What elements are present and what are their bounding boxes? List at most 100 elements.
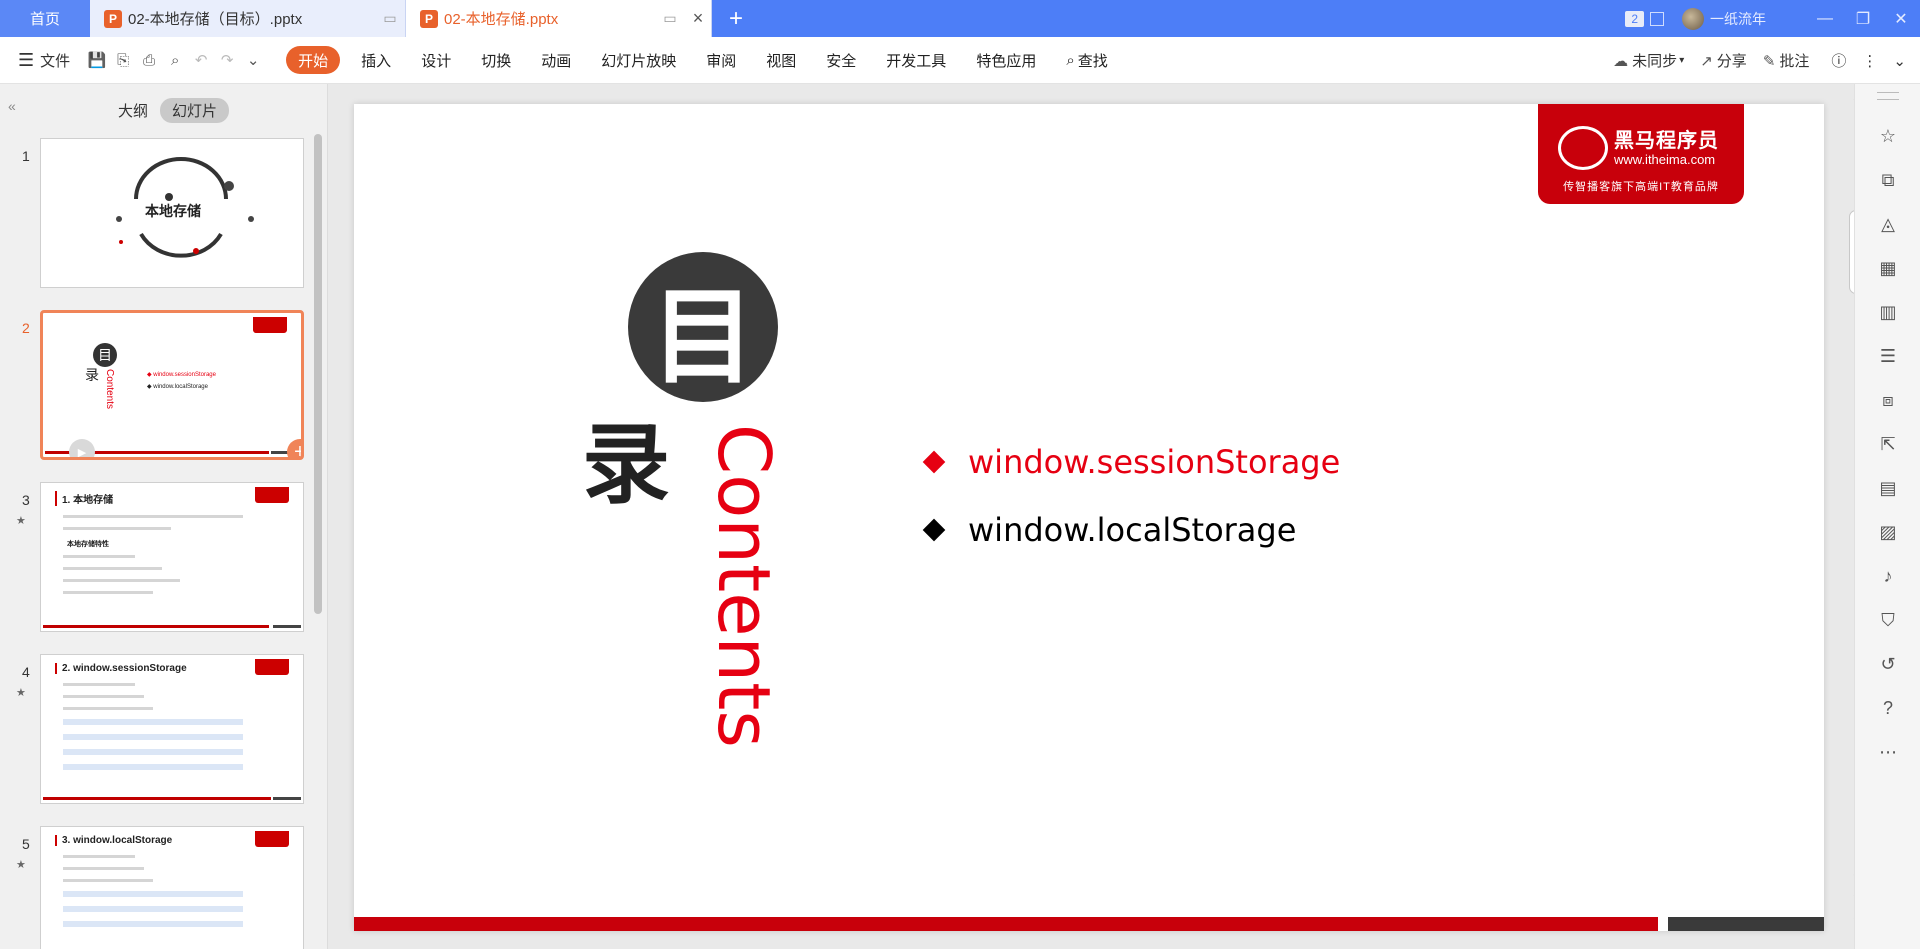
tab-slides[interactable]: 幻灯片: [160, 98, 230, 123]
list-item[interactable]: 5 ★ 3. window.localStorage: [0, 826, 312, 949]
comment-button[interactable]: ✎ 批注: [1763, 50, 1810, 71]
slide-thumbnail[interactable]: 2. window.sessionStorage: [40, 654, 304, 804]
avatar[interactable]: [1682, 7, 1704, 30]
tab-security[interactable]: 安全: [811, 46, 871, 74]
title-mu: 目: [628, 252, 778, 402]
thumb-title: 本地存储: [145, 203, 201, 219]
window-switch-icon[interactable]: [1650, 11, 1664, 26]
thumb-text-lines: [63, 683, 243, 779]
sync-button[interactable]: ☁ 未同步 ▾: [1613, 50, 1684, 71]
sync-label: 未同步: [1632, 53, 1678, 70]
list-item[interactable]: 1 本地存储: [0, 138, 312, 288]
more-icon[interactable]: ⋯: [1855, 742, 1920, 763]
footer-bar: [273, 625, 301, 628]
tab-view[interactable]: 视图: [751, 46, 811, 74]
panel-tabs: 大纲 幻灯片: [106, 98, 230, 123]
hamburger-menu-icon[interactable]: ☰: [18, 50, 34, 71]
undo-icon[interactable]: ↶: [188, 51, 214, 69]
minimize-icon[interactable]: —: [1806, 10, 1844, 28]
collapse-ribbon-icon[interactable]: ⌄: [1893, 52, 1906, 70]
slide-canvas-area: 黑马程序员 www.itheima.com 传智播客旗下高端IT教育品牌 目 录…: [328, 84, 1863, 949]
collapse-panel-icon[interactable]: «: [8, 98, 16, 114]
picture-icon[interactable]: ▨: [1855, 522, 1920, 543]
tab-home[interactable]: 首页: [0, 0, 90, 37]
animation-star-icon: ★: [16, 859, 26, 871]
thumb-subtitle: 本地存储特性: [67, 541, 109, 548]
redo-icon[interactable]: ↷: [214, 51, 240, 69]
tab-insert[interactable]: 插入: [346, 46, 406, 74]
tab-special-apps[interactable]: 特色应用: [961, 46, 1051, 74]
list-item[interactable]: 2 目 录 Contents ◆ window.sessionStorage ◆…: [0, 310, 312, 460]
restore-icon[interactable]: ❐: [1844, 9, 1882, 29]
panel-scrollbar[interactable]: [314, 134, 322, 614]
history-icon[interactable]: ↺: [1855, 654, 1920, 675]
list-item[interactable]: 4 ★ 2. window.sessionStorage: [0, 654, 312, 804]
animation-icon[interactable]: ☆: [1855, 126, 1920, 147]
slide-thumbnail[interactable]: 3. window.localStorage: [40, 826, 304, 949]
chart-icon[interactable]: ▥: [1855, 302, 1920, 323]
tab-slideshow[interactable]: 幻灯片放映: [586, 46, 691, 74]
logo: [255, 487, 289, 503]
slide-thumbnail[interactable]: 本地存储: [40, 138, 304, 288]
tab-outline[interactable]: 大纲: [106, 98, 160, 123]
window-count-badge[interactable]: 2: [1625, 10, 1644, 27]
archive-icon[interactable]: ▤: [1855, 478, 1920, 499]
footer-bar: [43, 797, 271, 800]
search-label: 查找: [1077, 52, 1108, 70]
thumb-contents: Contents: [104, 369, 115, 410]
help-icon[interactable]: ?: [1855, 698, 1920, 719]
animation-star-icon: ★: [16, 687, 26, 699]
tab-document-active[interactable]: P 02-本地存储.pptx ▭ ×: [406, 0, 712, 37]
file-menu[interactable]: 文件: [40, 50, 70, 71]
window-icon[interactable]: ▭: [375, 10, 405, 27]
more-icon[interactable]: ⋮: [1862, 52, 1877, 70]
tab-design[interactable]: 设计: [406, 46, 466, 74]
settings-sliders-icon[interactable]: ☰: [1855, 346, 1920, 367]
slide-thumbnail-active[interactable]: 目 录 Contents ◆ window.sessionStorage ◆ w…: [40, 310, 304, 460]
audio-icon[interactable]: ♪: [1855, 566, 1920, 587]
thumb-title: 2. window.sessionStorage: [55, 663, 187, 674]
tab-transition[interactable]: 切换: [466, 46, 526, 74]
print-preview-icon[interactable]: ⌕: [162, 52, 188, 69]
quick-access-dropdown-icon[interactable]: ⌄: [240, 51, 266, 69]
image-gallery-icon[interactable]: ⧈: [1855, 390, 1920, 411]
slide-thumbnail[interactable]: 1. 本地存储 本地存储特性: [40, 482, 304, 632]
close-icon[interactable]: ×: [685, 8, 711, 29]
tab-start[interactable]: 开始: [286, 46, 341, 74]
help-icon[interactable]: ⓘ: [1831, 50, 1846, 71]
thumb-text-lines: [63, 855, 243, 936]
search-button[interactable]: ⌕ 查找: [1051, 46, 1122, 74]
chevron-down-icon: ▾: [1679, 55, 1685, 66]
list-item[interactable]: 3 ★ 1. 本地存储 本地存储特性: [0, 482, 312, 632]
slide-number: 2: [22, 320, 30, 336]
logo: 黑马程序员 www.itheima.com 传智播客旗下高端IT教育品牌: [1538, 104, 1744, 204]
thumb-title: 3. window.localStorage: [55, 835, 172, 846]
thumb-item-text: window.localStorage: [153, 384, 208, 390]
tab-developer[interactable]: 开发工具: [871, 46, 961, 74]
share-button[interactable]: ↗ 分享: [1700, 50, 1747, 71]
tab-review[interactable]: 审阅: [691, 46, 751, 74]
play-icon[interactable]: ▶: [69, 439, 95, 457]
save-icon[interactable]: 💾: [84, 51, 110, 69]
layers-icon[interactable]: ◬: [1855, 214, 1920, 235]
format-painter-icon[interactable]: ⎘: [110, 52, 136, 69]
slide-switch-icon[interactable]: ⧉: [1855, 170, 1920, 191]
search-icon: ⌕: [1066, 51, 1075, 69]
print-icon[interactable]: ⎙: [136, 52, 162, 69]
window-close-icon[interactable]: ✕: [1882, 9, 1920, 29]
window-icon[interactable]: ▭: [655, 10, 685, 27]
agenda-item[interactable]: window.localStorage: [922, 496, 1340, 564]
logo-name: 黑马程序员: [1614, 130, 1719, 152]
export-icon[interactable]: ⇱: [1855, 434, 1920, 455]
tab-document-target[interactable]: P 02-本地存储（目标）.pptx ▭: [90, 0, 406, 37]
new-tab-button[interactable]: +: [712, 0, 760, 37]
agenda-item[interactable]: window.sessionStorage: [922, 428, 1340, 496]
username[interactable]: 一纸流年: [1710, 9, 1766, 29]
grid-icon[interactable]: ▦: [1855, 258, 1920, 279]
tab-animation[interactable]: 动画: [526, 46, 586, 74]
thumb-item: ◆ window.localStorage: [147, 384, 208, 390]
add-slide-icon[interactable]: +: [287, 439, 301, 457]
cloud-icon: ☁: [1613, 52, 1629, 70]
slide[interactable]: 黑马程序员 www.itheima.com 传智播客旗下高端IT教育品牌 目 录…: [354, 104, 1824, 931]
shield-icon[interactable]: ⛉: [1855, 610, 1920, 631]
